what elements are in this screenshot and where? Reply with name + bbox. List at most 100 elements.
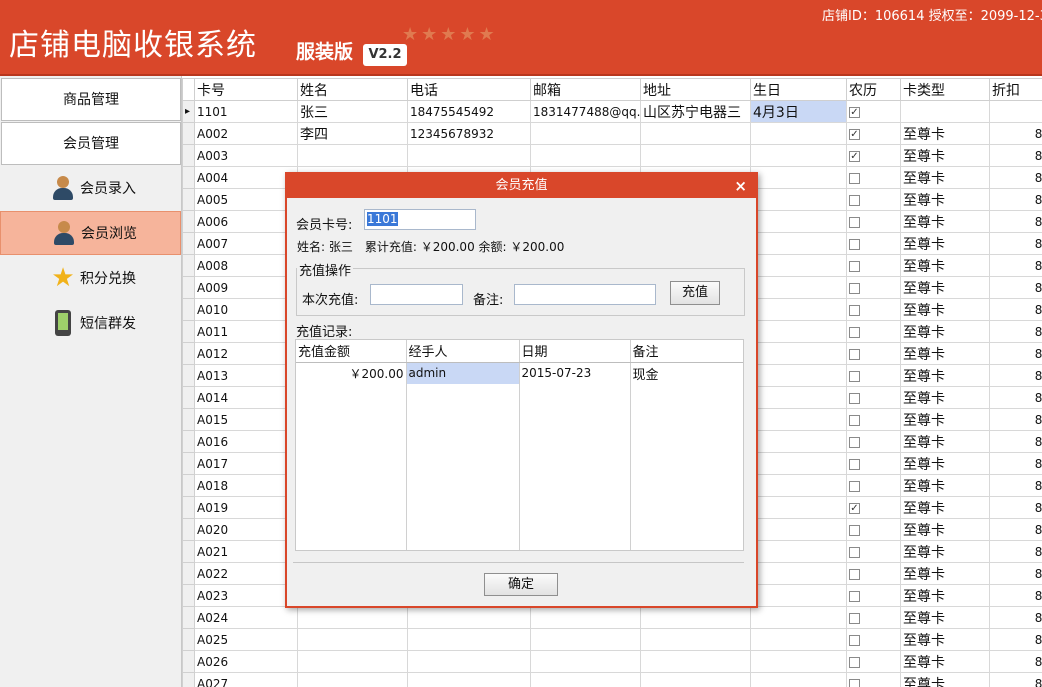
cell-address[interactable] [640, 672, 751, 687]
cell-birthday[interactable] [750, 518, 847, 541]
cell-phone[interactable] [407, 650, 531, 673]
cell-discount[interactable]: 85 [989, 210, 1042, 233]
row-indicator[interactable] [182, 188, 195, 211]
cell-lunar[interactable] [846, 320, 901, 343]
row-indicator[interactable] [182, 276, 195, 299]
cell-card[interactable]: A006 [194, 210, 298, 233]
cell-discount[interactable]: 8 [989, 100, 1042, 123]
cell-discount[interactable]: 85 [989, 452, 1042, 475]
cell-card-type[interactable]: 至尊卡 [900, 188, 990, 211]
cell-phone[interactable] [407, 672, 531, 687]
cell-email[interactable] [530, 122, 641, 145]
amount-input[interactable] [370, 284, 463, 305]
cell-birthday[interactable] [750, 474, 847, 497]
lunar-checkbox[interactable] [849, 678, 860, 687]
cell-lunar[interactable] [846, 540, 901, 563]
cell-birthday[interactable] [750, 496, 847, 519]
cell-card-type[interactable]: 至尊卡 [900, 210, 990, 233]
cell-birthday[interactable] [750, 606, 847, 629]
cell-birthday[interactable] [750, 628, 847, 651]
column-header-address[interactable]: 地址 [640, 78, 751, 101]
cell-name[interactable] [297, 606, 408, 629]
cell-name[interactable]: 李四 [297, 122, 408, 145]
cell-card-type[interactable]: 至尊卡 [900, 408, 990, 431]
cell-lunar[interactable] [846, 232, 901, 255]
cell-lunar[interactable] [846, 210, 901, 233]
cell-card[interactable]: A011 [194, 320, 298, 343]
cell-card-type[interactable]: 至尊卡 [900, 584, 990, 607]
cell-card-type[interactable]: 至尊卡 [900, 364, 990, 387]
ok-button[interactable]: 确定 [484, 573, 558, 596]
sidebar-item-sms-broadcast[interactable]: 短信群发 [0, 301, 181, 345]
note-input[interactable] [514, 284, 656, 305]
cell-lunar[interactable] [846, 364, 901, 387]
row-indicator[interactable] [182, 232, 195, 255]
cell-birthday[interactable] [750, 276, 847, 299]
cell-card[interactable]: 1101 [194, 100, 298, 123]
cell-card-type[interactable]: 至尊卡 [900, 672, 990, 687]
cell-card-type[interactable]: 至尊卡 [900, 540, 990, 563]
lunar-checkbox[interactable] [849, 546, 860, 558]
cell-card[interactable]: A022 [194, 562, 298, 585]
cell-card-type[interactable]: 至尊卡 [900, 386, 990, 409]
cell-card[interactable]: A020 [194, 518, 298, 541]
dialog-titlebar[interactable]: 会员充值 × [287, 174, 756, 198]
cell-card[interactable]: A008 [194, 254, 298, 277]
cell-card-type[interactable]: 至尊卡 [900, 320, 990, 343]
cell-card[interactable]: A021 [194, 540, 298, 563]
sidebar-section-members[interactable]: 会员管理 [1, 122, 181, 165]
cell-discount[interactable]: 85 [989, 342, 1042, 365]
lunar-checkbox[interactable] [849, 568, 860, 580]
cell-birthday[interactable] [750, 254, 847, 277]
row-indicator[interactable] [182, 298, 195, 321]
cell-birthday[interactable] [750, 584, 847, 607]
cell-discount[interactable]: 85 [989, 606, 1042, 629]
cell-lunar[interactable] [846, 518, 901, 541]
card-number-input[interactable]: 1101 [364, 209, 476, 230]
table-row[interactable]: A003 ✓ 至尊卡85 [182, 144, 1042, 167]
row-indicator[interactable] [182, 672, 195, 687]
cell-birthday[interactable] [750, 320, 847, 343]
cell-birthday[interactable] [750, 540, 847, 563]
column-header-discount[interactable]: 折扣 [989, 78, 1042, 101]
cell-birthday[interactable] [750, 650, 847, 673]
cell-birthday[interactable] [750, 672, 847, 687]
row-indicator[interactable] [182, 210, 195, 233]
cell-card-type[interactable]: 至尊卡 [900, 496, 990, 519]
lunar-checkbox[interactable] [849, 590, 860, 602]
cell-card[interactable]: A027 [194, 672, 298, 687]
cell-birthday[interactable] [750, 166, 847, 189]
lunar-checkbox[interactable]: ✓ [849, 150, 860, 162]
cell-phone[interactable] [407, 606, 531, 629]
cell-card[interactable]: A014 [194, 386, 298, 409]
cell-name[interactable]: 张三 [297, 100, 408, 123]
row-indicator[interactable] [182, 342, 195, 365]
cell-name[interactable] [297, 672, 408, 687]
cell-discount[interactable]: 85 [989, 518, 1042, 541]
sidebar-item-member-browse[interactable]: 会员浏览 [0, 211, 181, 255]
cell-birthday[interactable] [750, 386, 847, 409]
cell-birthday[interactable] [750, 210, 847, 233]
lunar-checkbox[interactable] [849, 392, 860, 404]
lunar-checkbox[interactable] [849, 612, 860, 624]
records-table[interactable]: 充值金额 经手人 日期 备注 ￥200.00 admin 2015-07-23 … [295, 339, 744, 551]
row-indicator[interactable]: ▸ [182, 100, 195, 123]
column-header-phone[interactable]: 电话 [407, 78, 531, 101]
cell-card[interactable]: A019 [194, 496, 298, 519]
cell-address[interactable] [640, 650, 751, 673]
lunar-checkbox[interactable] [849, 304, 860, 316]
cell-lunar[interactable] [846, 342, 901, 365]
table-row[interactable]: ▸ 1101 张三 18475545492 1831477488@qq.c 山区苏宁电器三… [182, 100, 1042, 123]
column-header-card-type[interactable]: 卡类型 [900, 78, 990, 101]
cell-lunar[interactable] [846, 452, 901, 475]
cell-birthday[interactable] [750, 144, 847, 167]
cell-discount[interactable]: 85 [989, 122, 1042, 145]
cell-discount[interactable]: 85 [989, 276, 1042, 299]
cell-discount[interactable]: 85 [989, 232, 1042, 255]
close-icon[interactable]: × [734, 174, 747, 198]
cell-discount[interactable]: 85 [989, 628, 1042, 651]
cell-discount[interactable]: 85 [989, 672, 1042, 687]
cell-birthday[interactable] [750, 452, 847, 475]
cell-email[interactable] [530, 606, 641, 629]
cell-email[interactable] [530, 144, 641, 167]
